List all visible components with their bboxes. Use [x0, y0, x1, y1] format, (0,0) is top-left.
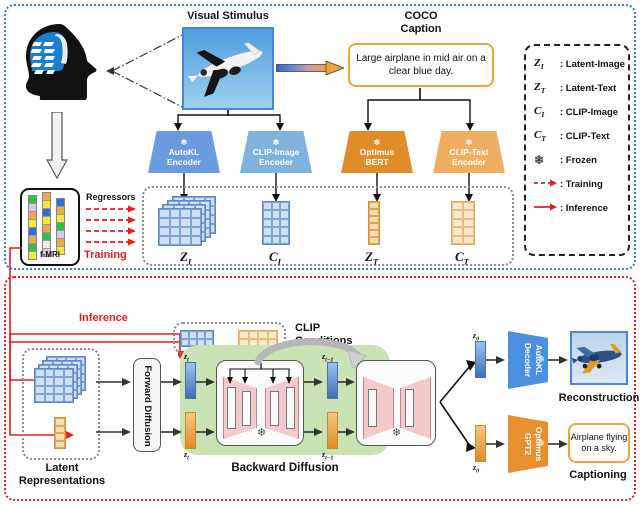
forward-to-zt-arrows [161, 378, 182, 436]
optimus-bert-line1: Optimus [359, 147, 395, 157]
legend-text-z-t: : Latent-Text [560, 82, 617, 94]
snowflake-icon: ❄ [180, 138, 188, 147]
inference-label: Inference [79, 312, 128, 324]
legend-row-c-i: CI : CLIP-Image [534, 104, 619, 120]
legend-text-frozen: : Frozen [560, 154, 597, 166]
legend-text-training: : Training [560, 178, 603, 190]
snowflake-icon: ❄ [537, 354, 545, 364]
forward-diffusion-box: Forward Diffusion [133, 358, 161, 452]
unet-block-1: ❄ [216, 360, 304, 446]
optimus-bert-line2: BERT [365, 157, 389, 167]
clip-text-encoder-line2: Encoder [451, 157, 486, 167]
gaze-lines [106, 31, 189, 111]
reconstruction-label: Reconstruction [558, 392, 640, 404]
c-t-label: CT [455, 249, 469, 267]
z-t-image-label: zt [184, 352, 189, 364]
z-t-label: ZT [365, 249, 379, 267]
snowflake-icon: ❄ [272, 138, 280, 147]
latent-representations-line2: Representations [18, 475, 106, 487]
z-t-image-vector [185, 362, 196, 399]
coco-caption-box: Large airplane in mid air on a clear blu… [348, 43, 494, 87]
unet-block-2: ❄ [356, 360, 436, 446]
image-branch-arrows [174, 110, 284, 131]
brain-head-icon [14, 18, 106, 110]
z-t-text-label: zt [184, 450, 189, 462]
autokl-encoder-line1: AutoKL [168, 147, 200, 157]
legend-row-frozen: ❄ : Frozen [526, 148, 628, 172]
snowflake-icon: ❄ [534, 153, 545, 167]
autokl-encoder-line2: Encoder [166, 157, 201, 167]
latents-to-forward-arrows [96, 378, 131, 436]
z-t-tensor [368, 201, 380, 245]
legend-text-c-i: : CLIP-Image [560, 106, 619, 118]
snowflake-icon: ❄ [537, 438, 545, 448]
clip-text-encoder[interactable]: ❄ CLIP-Text Encoder [433, 131, 505, 173]
reconstruction-image [570, 331, 628, 385]
z-0-image-vector [475, 341, 486, 378]
z-0-text-label: z0 [473, 463, 480, 475]
clip-image-encoder[interactable]: ❄ CLIP-Image Encoder [240, 131, 312, 173]
legend-row-z-i: ZI : Latent-Image [534, 56, 625, 72]
optimus-gpt2-line2: GPT2 [523, 432, 534, 456]
visual-stimulus-image [182, 27, 274, 110]
latent-representations-line1: Latent [45, 462, 79, 474]
z-t-minus-1-text-label: zt−1 [322, 450, 334, 462]
clip-image-encoder-line2: Encoder [258, 157, 293, 167]
dashed-arrow-icon [534, 178, 560, 191]
decoder-to-reconstruction-arrow [548, 356, 568, 364]
legend-row-training: : Training [526, 172, 628, 196]
optimus-gpt2[interactable]: Optimus GPT2 ❄ [508, 415, 548, 473]
snowflake-icon: ❄ [392, 427, 402, 439]
coco-caption-title-line1: COCO [404, 10, 438, 22]
caption-branch-arrows [364, 88, 474, 131]
optimus-bert-encoder[interactable]: ❄ Optimus BERT [341, 131, 413, 173]
latent-text-vector [54, 417, 66, 449]
clip-image-encoder-line1: CLIP-Image [252, 147, 300, 157]
legend-row-c-t: CT : CLIP-Text [534, 128, 610, 144]
z-0-image-label: z0 [473, 331, 480, 343]
output-caption-box: Airplane flying on a sky. [568, 423, 630, 463]
legend-text-z-i: : Latent-Image [560, 58, 625, 70]
latent-image-cube [34, 356, 90, 404]
legend-row-inference: : Inference [526, 196, 628, 220]
coco-caption-text: Large airplane in mid air on a clear blu… [356, 53, 486, 77]
brain-to-fmri-arrow [46, 112, 68, 180]
visual-stimulus-title: Visual Stimulus [187, 10, 269, 22]
autokl-decoder-line2: Decoder [523, 342, 534, 377]
forward-diffusion-label: Forward Diffusion [142, 365, 154, 447]
snowflake-icon: ❄ [257, 427, 267, 439]
captioning-label: Captioning [569, 469, 627, 481]
autokl-encoder[interactable]: ❄ AutoKL Encoder [148, 131, 220, 173]
snowflake-icon: ❄ [373, 138, 381, 147]
z0-to-decoder-arrows [486, 356, 505, 448]
legend-panel: ZI : Latent-Image ZT : Latent-Text CI : … [524, 44, 630, 256]
gradient-arrow-icon [275, 60, 345, 76]
z-t-minus-1-text-vector [327, 412, 338, 449]
z-0-text-vector [475, 425, 486, 462]
solid-arrow-icon [534, 202, 560, 215]
snowflake-icon: ❄ [465, 138, 473, 147]
autokl-decoder[interactable]: AutoKL Decoder ❄ [508, 331, 548, 389]
backward-diffusion-label: Backward Diffusion [231, 462, 339, 474]
unet1-out-arrows [304, 378, 323, 436]
c-t-tensor [451, 201, 475, 245]
output-caption-text: Airplane flying on a sky. [570, 431, 628, 454]
legend-text-c-t: : CLIP-Text [560, 130, 610, 142]
legend-text-inference: : Inference [560, 202, 609, 214]
coco-caption-title-line2: Caption [400, 23, 442, 35]
clip-text-encoder-line1: CLIP-Text [449, 147, 489, 157]
legend-row-z-t: ZT : Latent-Text [534, 80, 617, 96]
z-t-text-vector [185, 412, 196, 449]
